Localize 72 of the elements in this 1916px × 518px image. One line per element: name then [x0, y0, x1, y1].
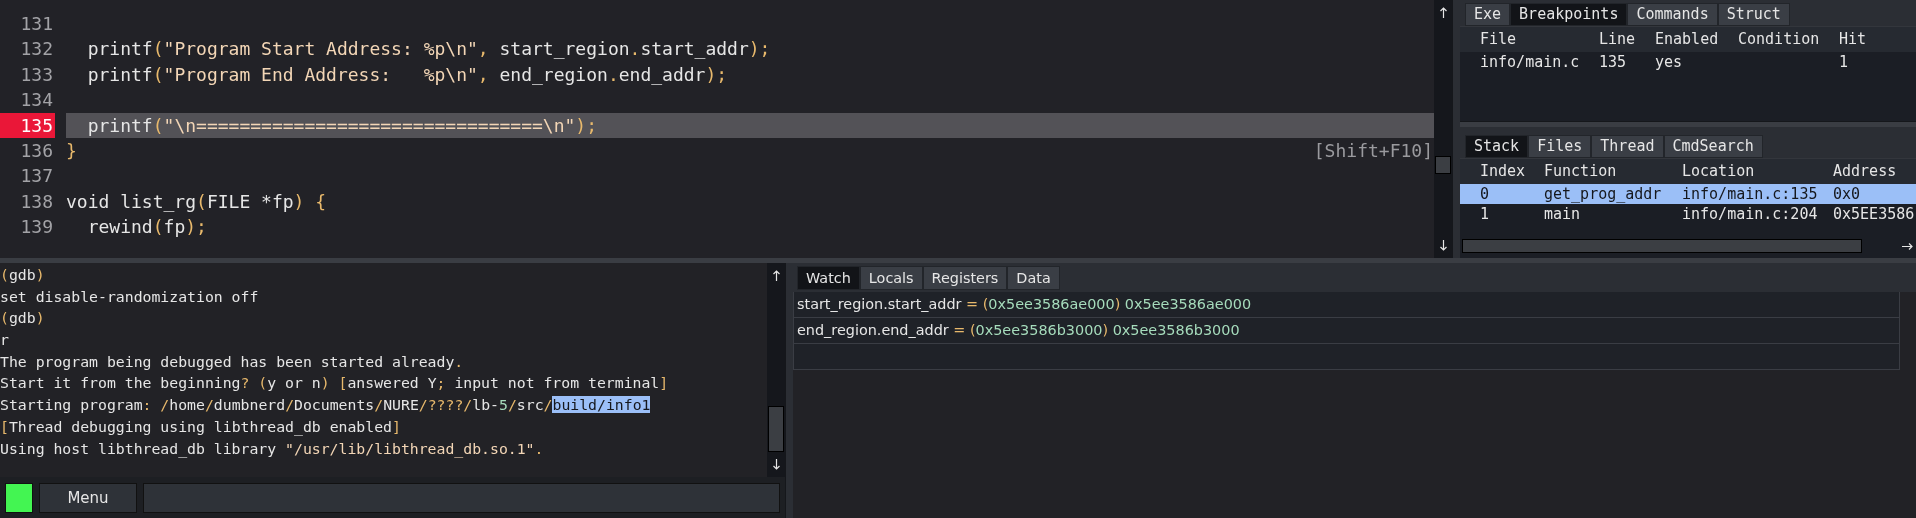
column-header: Condition: [1738, 29, 1821, 50]
table-row[interactable]: 0 get_prog_addr info/main.c:135 0x0: [1460, 184, 1916, 204]
column-header: File: [1480, 29, 1518, 50]
console-line: The program being debugged has been started already.: [0, 351, 465, 372]
shortcut-hint: [Shift+F10]: [1313, 138, 1434, 163]
table-cell-text: info/main.c: [1480, 52, 1581, 72]
scrollbar-thumb[interactable]: [768, 406, 784, 452]
tab[interactable]: Files: [1528, 135, 1592, 158]
table-cell-text: 1: [1839, 52, 1850, 72]
tab[interactable]: Struct: [1717, 3, 1790, 26]
code-line: printf("Program End Address: %p\n", end_region.end_addr);: [86, 62, 729, 87]
column-header: Address: [1833, 161, 1898, 182]
line-number: 133: [19, 62, 54, 87]
scroll-up-icon[interactable]: [771, 270, 781, 282]
tab[interactable]: CmdSearch: [1663, 135, 1763, 158]
table-cell-text: main: [1544, 204, 1582, 224]
line-number: 137: [19, 164, 54, 189]
tab[interactable]: Breakpoints: [1510, 3, 1628, 26]
line-number: 139: [19, 215, 54, 240]
console-line: [Thread debugging using libthread_db enabled]: [0, 416, 402, 438]
table-cell-text: 0: [1480, 184, 1491, 204]
status-indicator: [5, 482, 33, 513]
table-cell-text: yes: [1655, 52, 1684, 72]
line-number: 132: [19, 37, 54, 62]
console-line: Start it from the beginning? (y or n) [answered Y; input not from terminal]: [0, 373, 670, 394]
table-cell-text: 135: [1599, 52, 1628, 72]
console-line: r: [0, 330, 10, 351]
column-header: Location: [1682, 161, 1756, 182]
column-header: Index: [1480, 161, 1527, 182]
console-line: Starting program: /home/dumbnerd/Documents/NURE/????/lb-5/src/build/info1: [0, 395, 652, 416]
column-header: Enabled: [1655, 29, 1720, 50]
column-header: Line: [1599, 29, 1637, 50]
column-header: Function: [1544, 161, 1618, 182]
table-cell-text: 0x0: [1833, 184, 1862, 204]
watch-row: end_region.end_addr = (0x5ee3586b3000) 0x5ee3586b3000: [793, 318, 1900, 344]
code-line: void list_rg(FILE *fp) {: [66, 189, 328, 214]
tab[interactable]: Locals: [859, 266, 923, 290]
console-line: set disable-randomization off: [0, 286, 260, 307]
tab[interactable]: Exe: [1465, 3, 1511, 26]
console-line: (gdb): [0, 308, 46, 329]
tab[interactable]: Watch: [797, 266, 860, 290]
code-line: printf("Program Start Address: %p\n", start_region.start_addr);: [86, 37, 772, 62]
console-line: Using host libthread_db library "/usr/lib/libthread_db.so.1".: [0, 438, 545, 460]
table-cell-text: info/main.c:204: [1682, 204, 1819, 224]
horizontal-scrollbar[interactable]: [1462, 239, 1862, 253]
line-number: 134: [19, 88, 54, 113]
tab[interactable]: Stack: [1465, 135, 1529, 158]
scroll-down-icon[interactable]: [1438, 239, 1448, 251]
tab[interactable]: Thread: [1591, 135, 1664, 158]
line-number: 131: [19, 12, 54, 36]
line-number: 135: [0, 112, 55, 138]
line-number: 136: [19, 138, 54, 163]
line-number: 138: [19, 189, 54, 214]
tab[interactable]: Commands: [1627, 3, 1718, 26]
table-cell: 0x5EE3586: [1833, 204, 1916, 224]
table-cell-text: 1: [1480, 204, 1491, 224]
column-header: Hit: [1839, 29, 1868, 50]
code-line: }: [66, 138, 78, 163]
table-cell-text: get_prog_addr: [1544, 184, 1663, 204]
command-input[interactable]: [143, 482, 780, 513]
scroll-down-icon[interactable]: [771, 458, 781, 470]
menu-button[interactable]: Menu: [39, 482, 137, 513]
watch-row: start_region.start_addr = (0x5ee3586ae000) 0x5ee3586ae000: [793, 292, 1900, 318]
scroll-up-icon[interactable]: [1438, 7, 1448, 19]
scrollbar-thumb[interactable]: [1435, 156, 1451, 174]
console-line: (gdb): [0, 265, 46, 285]
tab[interactable]: Registers: [922, 266, 1008, 290]
table-cell-text: info/main.c:135: [1682, 184, 1819, 204]
table-row[interactable]: 1 main info/main.c:204 0x5EE3586: [1460, 204, 1916, 224]
scroll-right-icon[interactable]: [1901, 241, 1913, 251]
code-line: rewind(fp);: [86, 215, 208, 240]
tab[interactable]: Data: [1007, 266, 1060, 290]
